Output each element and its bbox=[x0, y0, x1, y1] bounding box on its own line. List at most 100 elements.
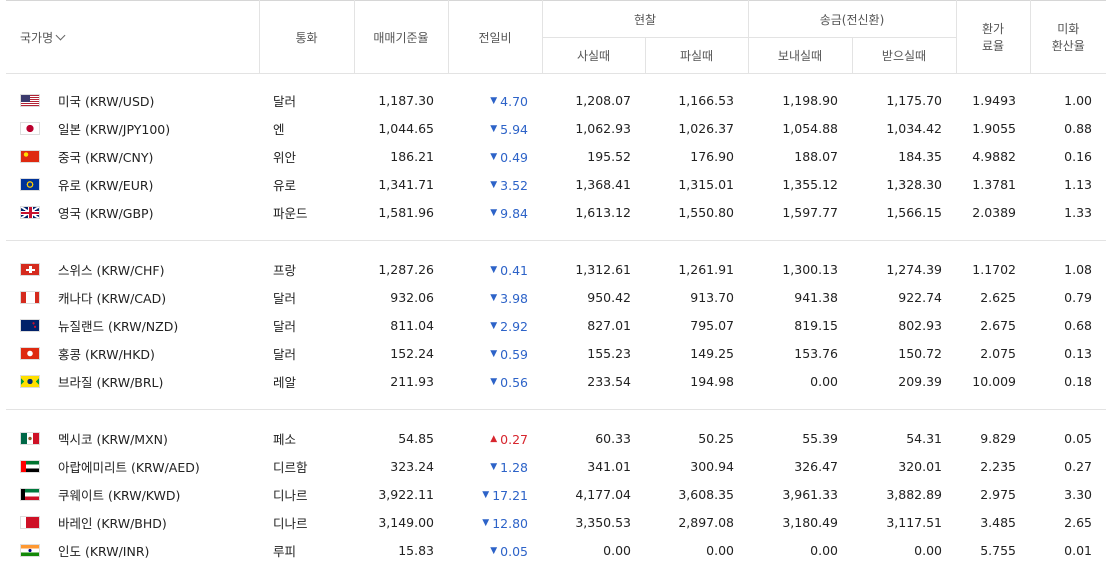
transfer-send-cell: 0.00 bbox=[810, 542, 838, 558]
country-cell[interactable]: 홍콩 (KRW/HKD) bbox=[6, 339, 259, 367]
country-name[interactable]: 홍콩 (KRW/HKD) bbox=[58, 347, 155, 362]
change-value: ▲ 0.27 bbox=[490, 432, 528, 447]
country-name[interactable]: 뉴질랜드 (KRW/NZD) bbox=[58, 319, 178, 334]
change-cell: ▼ 5.94 bbox=[448, 114, 542, 142]
table-row[interactable]: 미국 (KRW/USD) 달러 1,187.30 ▼ 4.70 1,208.07 1,166… bbox=[6, 86, 1106, 114]
country-name[interactable]: 스위스 (KRW/CHF) bbox=[58, 263, 165, 278]
currency-cell: 레알 bbox=[273, 374, 297, 390]
triangle-down-icon: ▼ bbox=[482, 490, 490, 501]
base-rate-cell: 186.21 bbox=[390, 148, 434, 164]
change-cell: ▼ 0.05 bbox=[448, 536, 542, 564]
country-cell[interactable]: 뉴질랜드 (KRW/NZD) bbox=[6, 311, 259, 339]
country-cell[interactable]: 인도 (KRW/INR) bbox=[6, 536, 259, 564]
cash-sell-cell: 50.25 bbox=[698, 430, 734, 446]
usd-ratio-cell: 3.30 bbox=[1064, 486, 1093, 502]
country-name[interactable]: 캐나다 (KRW/CAD) bbox=[58, 291, 166, 306]
table-row[interactable]: 아랍에미리트 (KRW/AED) 디르함 323.24 ▼ 1.28 341.01 300.… bbox=[6, 452, 1106, 480]
country-cell[interactable]: 브라질 (KRW/BRL) bbox=[6, 367, 259, 395]
exchange-rate-table: 국가명 통화 매매기준율 전일비 현찰 송금(전신환) 환가 료율 미화 환산율 사… bbox=[6, 0, 1107, 564]
usd-ratio-cell: 0.68 bbox=[1064, 317, 1093, 333]
country-cell[interactable]: 스위스 (KRW/CHF) bbox=[6, 255, 259, 283]
base-rate-cell: 152.24 bbox=[390, 345, 434, 361]
table-row[interactable]: 인도 (KRW/INR) 루피 15.83 ▼ 0.05 0.00 0.00 0.00 0.00… bbox=[6, 536, 1106, 564]
country-cell[interactable]: 미국 (KRW/USD) bbox=[6, 86, 259, 114]
base-rate-cell: 3,922.11 bbox=[378, 486, 434, 502]
usd-ratio-cell: 2.65 bbox=[1064, 514, 1093, 530]
table-row[interactable]: 뉴질랜드 (KRW/NZD) 달러 811.04 ▼ 2.92 827.01 795.07 8… bbox=[6, 311, 1106, 339]
country-cell[interactable]: 유로 (KRW/EUR) bbox=[6, 170, 259, 198]
country-name[interactable]: 인도 (KRW/INR) bbox=[58, 544, 149, 559]
country-sort-header[interactable]: 국가명 bbox=[6, 0, 259, 74]
table-row[interactable]: 홍콩 (KRW/HKD) 달러 152.24 ▼ 0.59 155.23 149.25 153… bbox=[6, 339, 1106, 367]
usd-ratio-header-line1: 미화 bbox=[1057, 22, 1080, 36]
change-cell: ▼ 12.80 bbox=[448, 508, 542, 536]
cash-buy-cell: 1,208.07 bbox=[575, 92, 631, 108]
table-row[interactable]: 브라질 (KRW/BRL) 레알 211.93 ▼ 0.56 233.54 194.98 0.… bbox=[6, 367, 1106, 395]
base-rate-cell: 1,287.26 bbox=[378, 261, 434, 277]
country-cell[interactable]: 영국 (KRW/GBP) bbox=[6, 198, 259, 226]
change-amount: 5.94 bbox=[500, 121, 528, 137]
transfer-send-cell: 1,597.77 bbox=[782, 204, 838, 220]
transfer-header: 송금(전신환) bbox=[747, 0, 957, 38]
change-amount: 0.56 bbox=[500, 374, 528, 390]
transfer-send-cell: 941.38 bbox=[794, 289, 838, 305]
table-row[interactable]: 멕시코 (KRW/MXN) 페소 54.85 ▲ 0.27 60.33 50.25 55.39… bbox=[6, 424, 1106, 452]
exchange-ratio-cell: 2.235 bbox=[980, 458, 1017, 474]
table-row[interactable]: 중국 (KRW/CNY) 위안 186.21 ▼ 0.49 195.52 176.90 188… bbox=[6, 142, 1106, 170]
country-name[interactable]: 유로 (KRW/EUR) bbox=[58, 178, 153, 193]
country-cell[interactable]: 멕시코 (KRW/MXN) bbox=[6, 424, 259, 452]
triangle-down-icon: ▼ bbox=[490, 546, 498, 557]
country-name[interactable]: 바레인 (KRW/BHD) bbox=[58, 516, 167, 531]
country-name[interactable]: 멕시코 (KRW/MXN) bbox=[58, 432, 168, 447]
country-name[interactable]: 브라질 (KRW/BRL) bbox=[58, 375, 163, 390]
change-cell: ▼ 4.70 bbox=[448, 86, 542, 114]
transfer-send-cell: 1,198.90 bbox=[782, 92, 838, 108]
country-cell[interactable]: 일본 (KRW/JPY100) bbox=[6, 114, 259, 142]
country-name[interactable]: 쿠웨이트 (KRW/KWD) bbox=[58, 488, 180, 503]
change-amount: 0.05 bbox=[500, 543, 528, 559]
transfer-send-header: 보내실때 bbox=[747, 37, 852, 74]
table-row[interactable]: 스위스 (KRW/CHF) 프랑 1,287.26 ▼ 0.41 1,312.61 1,26… bbox=[6, 255, 1106, 283]
country-name[interactable]: 미국 (KRW/USD) bbox=[58, 94, 154, 109]
change-value: ▼ 2.92 bbox=[490, 319, 528, 334]
cash-sell-cell: 795.07 bbox=[690, 317, 734, 333]
cash-buy-cell: 1,312.61 bbox=[575, 261, 631, 277]
base-rate-cell: 811.04 bbox=[390, 317, 434, 333]
ae-flag-icon bbox=[20, 459, 40, 473]
triangle-down-icon: ▼ bbox=[490, 180, 498, 191]
exchange-ratio-header: 환가 료율 bbox=[955, 0, 1031, 74]
currency-cell: 달러 bbox=[273, 290, 297, 306]
country-name[interactable]: 일본 (KRW/JPY100) bbox=[58, 122, 170, 137]
change-cell: ▲ 0.27 bbox=[448, 424, 542, 452]
country-cell[interactable]: 아랍에미리트 (KRW/AED) bbox=[6, 452, 259, 480]
cash-buy-cell: 60.33 bbox=[595, 430, 631, 446]
country-name[interactable]: 아랍에미리트 (KRW/AED) bbox=[58, 460, 200, 475]
country-name[interactable]: 영국 (KRW/GBP) bbox=[58, 206, 153, 221]
cash-buy-cell: 341.01 bbox=[587, 458, 631, 474]
change-value: ▼ 0.56 bbox=[490, 375, 528, 390]
gb-flag-icon bbox=[20, 205, 40, 219]
country-cell[interactable]: 캐나다 (KRW/CAD) bbox=[6, 283, 259, 311]
transfer-receive-cell: 1,328.30 bbox=[886, 176, 943, 192]
base-rate-cell: 15.83 bbox=[398, 542, 434, 558]
country-cell[interactable]: 쿠웨이트 (KRW/KWD) bbox=[6, 480, 259, 508]
currency-cell: 엔 bbox=[273, 121, 285, 137]
ch-flag-icon bbox=[20, 262, 40, 276]
eu-flag-icon bbox=[20, 177, 40, 191]
country-cell[interactable]: 바레인 (KRW/BHD) bbox=[6, 508, 259, 536]
currency-header: 통화 bbox=[258, 0, 354, 74]
table-row[interactable]: 영국 (KRW/GBP) 파운드 1,581.96 ▼ 9.84 1,613.12 1,55… bbox=[6, 198, 1106, 226]
transfer-receive-cell: 1,034.42 bbox=[886, 120, 943, 136]
table-row[interactable]: 바레인 (KRW/BHD) 디나르 3,149.00 ▼ 12.80 3,350.53 2,… bbox=[6, 508, 1106, 536]
transfer-send-cell: 55.39 bbox=[802, 430, 838, 446]
triangle-down-icon: ▼ bbox=[490, 124, 498, 135]
table-row[interactable]: 일본 (KRW/JPY100) 엔 1,044.65 ▼ 5.94 1,062.93 1,0… bbox=[6, 114, 1106, 142]
table-row[interactable]: 유로 (KRW/EUR) 유로 1,341.71 ▼ 3.52 1,368.41 1,315… bbox=[6, 170, 1106, 198]
table-row[interactable]: 쿠웨이트 (KRW/KWD) 디나르 3,922.11 ▼ 17.21 4,177.04 3… bbox=[6, 480, 1106, 508]
group-spacer bbox=[6, 241, 1106, 255]
base-rate-cell: 1,341.71 bbox=[378, 176, 434, 192]
country-name[interactable]: 중국 (KRW/CNY) bbox=[58, 150, 153, 165]
country-cell[interactable]: 중국 (KRW/CNY) bbox=[6, 142, 259, 170]
table-row[interactable]: 캐나다 (KRW/CAD) 달러 932.06 ▼ 3.98 950.42 913.70 94… bbox=[6, 283, 1106, 311]
usd-ratio-cell: 0.13 bbox=[1064, 345, 1093, 361]
